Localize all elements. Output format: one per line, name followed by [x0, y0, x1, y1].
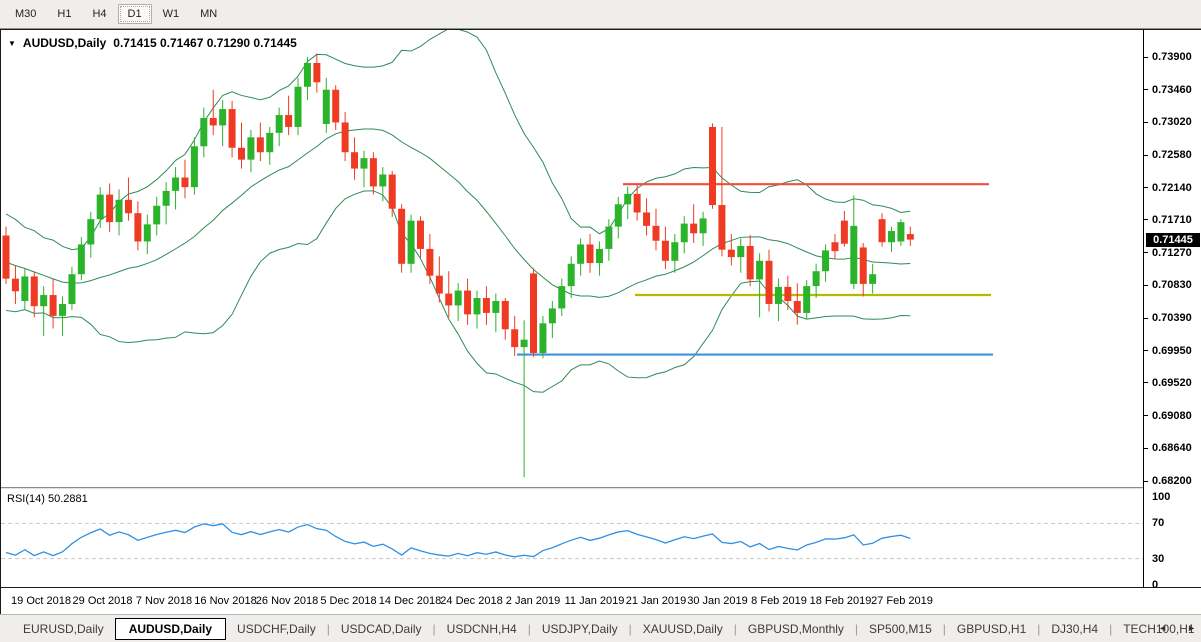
tf-button-h4[interactable]: H4 [82, 4, 116, 24]
tab-gbpusd-monthly[interactable]: GBPUSD,Monthly [737, 619, 855, 639]
price-axis-label: 0.72140 [1152, 182, 1192, 194]
price-chart[interactable] [1, 30, 1143, 487]
rsi-axis-label: 0 [1152, 579, 1158, 591]
price-axis-tick [1144, 155, 1148, 156]
date-axis-label: 27 Feb 2019 [871, 595, 933, 607]
symbol-dropdown-icon[interactable]: ▼ [8, 39, 16, 48]
tf-button-m30[interactable]: M30 [5, 4, 46, 24]
date-axis-label: 11 Jan 2019 [565, 595, 625, 607]
trading-terminal-window: M30H1H4D1W1MN ▼ AUDUSD,Daily 0.71415 0.7… [0, 0, 1201, 642]
rsi-axis-label: 100 [1152, 491, 1170, 503]
tf-button-mn[interactable]: MN [190, 4, 227, 24]
tf-button-d1[interactable]: D1 [118, 4, 152, 24]
current-price-badge: 0.71445 [1146, 233, 1200, 247]
tf-button-w1[interactable]: W1 [153, 4, 190, 24]
date-axis-label: 30 Jan 2019 [687, 595, 748, 607]
date-axis-label: 26 Nov 2018 [256, 595, 318, 607]
tab-scroll-arrows: ◄ ► [1158, 623, 1196, 633]
price-axis-label: 0.72580 [1152, 149, 1192, 161]
tab-sp500-m15[interactable]: SP500,M15 [858, 619, 943, 639]
date-axis-label: 14 Dec 2018 [379, 595, 441, 607]
date-axis-label: 5 Dec 2018 [320, 595, 376, 607]
price-axis-label: 0.71710 [1152, 214, 1192, 226]
price-axis-tick [1144, 252, 1148, 253]
tab-dj30-h4[interactable]: DJ30,H4 [1040, 619, 1109, 639]
tab-usdcad-daily[interactable]: USDCAD,Daily [330, 619, 433, 639]
chart-area: ▼ AUDUSD,Daily 0.71415 0.71467 0.71290 0… [0, 29, 1201, 614]
chart-symbol-label: AUDUSD,Daily [23, 36, 106, 50]
price-axis-tick [1144, 89, 1148, 90]
price-axis-tick [1144, 415, 1148, 416]
date-axis-label: 8 Feb 2019 [751, 595, 807, 607]
date-axis-label: 29 Oct 2018 [73, 595, 133, 607]
timeframe-toolbar: M30H1H4D1W1MN [0, 0, 1201, 29]
tab-usdjpy-daily[interactable]: USDJPY,Daily [531, 619, 629, 639]
chart-title: ▼ AUDUSD,Daily 0.71415 0.71467 0.71290 0… [8, 36, 297, 50]
price-axis-label: 0.69520 [1152, 377, 1192, 389]
price-axis-tick [1144, 318, 1148, 319]
tab-bar: EURUSD,DailyAUDUSD,DailyUSDCHF,Daily|USD… [0, 614, 1201, 642]
tabs: EURUSD,DailyAUDUSD,DailyUSDCHF,Daily|USD… [12, 618, 1201, 640]
tab-scroll-left-icon[interactable]: ◄ [1158, 623, 1167, 633]
price-axis-label: 0.68640 [1152, 442, 1192, 454]
price-axis-tick [1144, 57, 1148, 58]
price-axis-label: 0.70830 [1152, 279, 1192, 291]
tab-usdchf-daily[interactable]: USDCHF,Daily [226, 619, 327, 639]
date-axis-label: 7 Nov 2018 [136, 595, 192, 607]
rsi-chart[interactable] [1, 489, 1143, 587]
price-axis-label: 0.69950 [1152, 345, 1192, 357]
price-axis-tick [1144, 187, 1148, 188]
price-axis-label: 0.73900 [1152, 51, 1192, 63]
tab-usdcnh-h4[interactable]: USDCNH,H4 [436, 619, 528, 639]
price-axis-label: 0.70390 [1152, 312, 1192, 324]
rsi-axis-label: 30 [1152, 553, 1164, 565]
price-axis-tick [1144, 481, 1148, 482]
price-axis-label: 0.68200 [1152, 475, 1192, 487]
date-axis-label: 16 Nov 2018 [194, 595, 256, 607]
date-axis-label: 21 Jan 2019 [626, 595, 687, 607]
chart-ohlc-values: 0.71415 0.71467 0.71290 0.71445 [113, 36, 297, 50]
price-axis-tick [1144, 448, 1148, 449]
tab-audusd-daily[interactable]: AUDUSD,Daily [115, 618, 226, 640]
price-axis: 0.71445 0.73900 0.73460 0.73020 0.72580 0.72… [1143, 30, 1201, 587]
date-axis-label: 24 Dec 2018 [440, 595, 502, 607]
price-axis-tick [1144, 285, 1148, 286]
price-axis-tick [1144, 122, 1148, 123]
price-axis-label: 0.73020 [1152, 116, 1192, 128]
tab-xauusd-daily[interactable]: XAUUSD,Daily [632, 619, 734, 639]
date-axis-label: 2 Jan 2019 [506, 595, 560, 607]
date-axis-label: 19 Oct 2018 [11, 595, 71, 607]
tab-gbpusd-h1[interactable]: GBPUSD,H1 [946, 619, 1037, 639]
price-axis-tick [1144, 350, 1148, 351]
price-axis-tick [1144, 382, 1148, 383]
tf-button-h1[interactable]: H1 [47, 4, 81, 24]
price-axis-label: 0.73460 [1152, 84, 1192, 96]
rsi-axis-label: 70 [1152, 517, 1164, 529]
price-axis-tick [1144, 219, 1148, 220]
price-axis-label: 0.71270 [1152, 247, 1192, 259]
tab-scroll-right-icon[interactable]: ► [1187, 623, 1196, 633]
date-axis: 19 Oct 201829 Oct 20187 Nov 201816 Nov 2… [1, 588, 1143, 614]
date-axis-label: 18 Feb 2019 [810, 595, 872, 607]
rsi-indicator-label: RSI(14) 50.2881 [7, 493, 88, 505]
tab-eurusd-daily[interactable]: EURUSD,Daily [12, 619, 115, 639]
price-axis-label: 0.69080 [1152, 410, 1192, 422]
